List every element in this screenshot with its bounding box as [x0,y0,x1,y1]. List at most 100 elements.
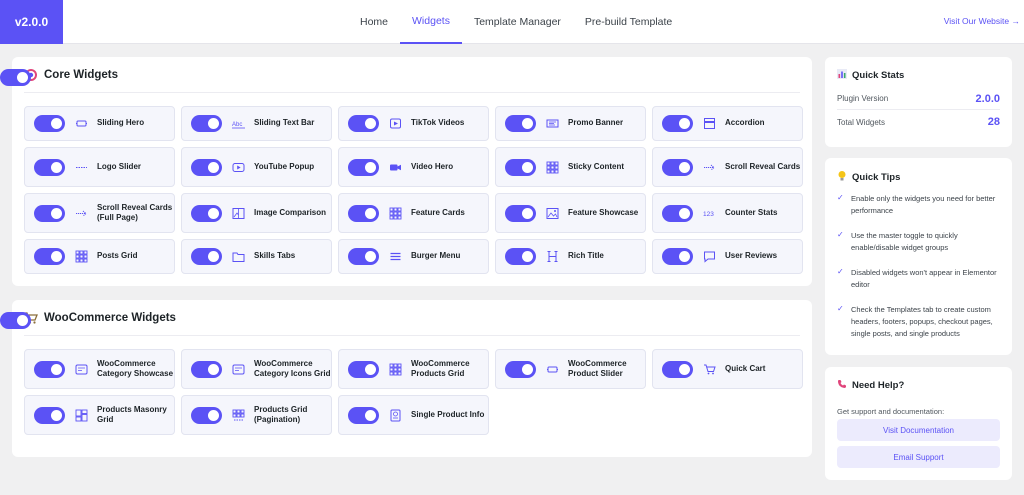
widget-label: Sliding Text Bar [254,118,315,128]
widget-label: Image Comparison [254,207,327,217]
widget-toggle[interactable] [348,204,379,222]
widget-label: Rich Title [568,251,604,261]
tab-home[interactable]: Home [348,0,400,44]
visit-documentation-button[interactable]: Visit Documentation [837,419,1000,441]
widget-card-user-reviews: User Reviews [652,239,803,274]
widget-label: Video Hero [411,161,454,171]
widget-toggle[interactable] [505,360,536,378]
widget-toggle[interactable] [34,360,65,378]
widget-label: Sticky Content [568,161,625,171]
widget-card-youtube-popup: YouTube Popup [181,147,332,187]
widget-card-sticky-content: Sticky Content [495,147,646,187]
widget-toggle[interactable] [662,158,693,176]
quick-stats-panel: Quick Stats Plugin Version 2.0.0 Total W… [825,57,1012,147]
widget-label: Sliding Hero [97,118,145,128]
widget-toggle[interactable] [348,406,379,424]
widget-toggle[interactable] [34,158,65,176]
widget-label: Posts Grid [97,251,138,261]
widget-label: Quick Cart [725,363,766,373]
widget-card-accordion: Accordion [652,106,803,141]
core-widgets-panel: Core Widgets Sliding Hero Abc Sliding Text… [0,57,812,286]
widget-label: Counter Stats [725,207,778,217]
widget-label: Accordion [725,118,765,128]
widget-card-sliding-hero: Sliding Hero [24,106,175,141]
tab-pre-build-template[interactable]: Pre-build Template [573,0,684,44]
woo-widgets-panel: WooCommerce Widgets WooCommerce Category… [0,300,812,457]
widget-toggle[interactable] [505,204,536,222]
widget-toggle[interactable] [34,204,65,222]
widget-toggle[interactable] [505,158,536,176]
widget-label: WooCommerce Category Showcase [97,358,174,379]
widget-toggle[interactable] [191,248,222,265]
tip-item: ✓ Disabled widgets won't appear in Eleme… [837,267,997,289]
visit-website-link[interactable]: Visit Our Website → [944,16,1020,26]
widget-card-promo-banner: Promo Banner [495,106,646,141]
widget-toggle[interactable] [191,115,222,132]
widget-toggle[interactable] [505,248,536,265]
widget-toggle[interactable] [191,158,222,176]
quick-tips-header: Quick Tips [837,170,900,185]
widget-card-scroll-reveal-cards-full-page: Scroll Reveal Cards (Full Page) [24,193,175,233]
widget-toggle[interactable] [348,158,379,176]
widget-toggle[interactable] [348,360,379,378]
tip-item: ✓ Check the Templates tab to create cust… [837,304,993,338]
need-help-header: Need Help? [837,379,904,392]
image-icon [545,206,559,220]
widget-toggle[interactable] [34,406,65,424]
need-help-subtitle: Get support and documentation: [837,407,945,416]
lightbulb-icon [837,170,847,185]
widget-label: Promo Banner [568,118,624,128]
text-icon: Abc [231,117,245,131]
widget-toggle[interactable] [662,248,693,265]
widget-toggle[interactable] [662,360,693,378]
check-icon: ✓ [837,304,844,313]
tab-widgets[interactable]: Widgets [400,0,462,44]
widget-card-woocommerce-product-slider: WooCommerce Product Slider [495,349,646,389]
top-bar: v2.0.0 Home Widgets Template Manager Pre… [0,0,1024,44]
grid-icon [545,160,559,174]
core-master-toggle[interactable] [0,69,31,86]
widget-label: WooCommerce Category Icons Grid [254,358,331,379]
quick-stats-header: Quick Stats [837,69,904,82]
woo-master-toggle[interactable] [0,312,31,329]
widget-card-woocommerce-category-showcase: WooCommerce Category Showcase [24,349,175,389]
widget-toggle[interactable] [34,248,65,265]
video-play-icon [388,117,402,131]
check-icon: ✓ [837,230,844,239]
heading-icon [545,250,559,264]
category-icon [231,362,245,376]
svg-text:Abc: Abc [232,122,242,128]
core-widgets-title: Core Widgets [44,68,119,81]
widget-card-products-masonry-grid: Products Masonry Grid [24,395,175,435]
widget-label: Single Product Info [411,409,485,419]
widget-toggle[interactable] [348,115,379,132]
masonry-icon [74,408,88,422]
menu-icon [388,250,402,264]
youtube-icon [231,160,245,174]
widget-card-single-product-info: Single Product Info [338,395,489,435]
stat-value: 28 [987,116,1000,128]
widget-card-posts-grid: Posts Grid [24,239,175,274]
tip-item: ✓ Use the master toggle to quickly enabl… [837,230,958,252]
product-info-icon [388,408,402,422]
widget-toggle[interactable] [191,360,222,378]
widget-toggle[interactable] [662,115,693,132]
widget-label: Logo Slider [97,161,141,171]
core-widgets-header: Core Widgets [24,57,800,93]
email-support-button[interactable]: Email Support [837,446,1000,468]
widget-toggle[interactable] [348,248,379,265]
widget-toggle[interactable] [34,115,65,132]
main-nav: Home Widgets Template Manager Pre-build … [348,0,684,44]
tab-template-manager[interactable]: Template Manager [462,0,573,44]
cart-icon [702,362,716,376]
widget-card-burger-menu: Burger Menu [338,239,489,274]
widget-toggle[interactable] [191,204,222,222]
svg-text:123: 123 [703,211,714,218]
stat-value: 2.0.0 [975,92,1000,105]
widget-toggle[interactable] [505,115,536,132]
accordion-icon [702,117,716,131]
widget-toggle[interactable] [191,406,222,424]
widget-toggle[interactable] [662,204,693,222]
widget-label: Burger Menu [411,251,461,261]
widget-card-feature-cards: Feature Cards [338,193,489,233]
